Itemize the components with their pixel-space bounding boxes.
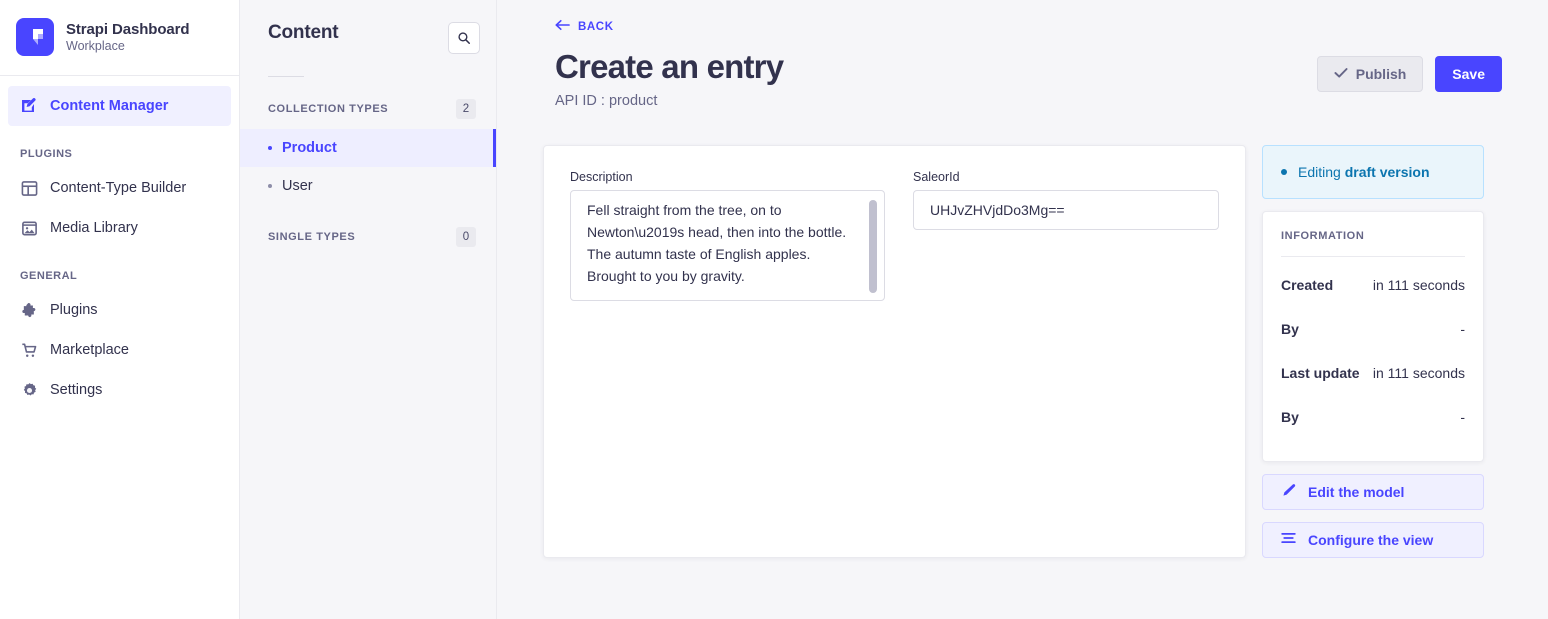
sidebar-primary-nav: Content Manager [0,76,239,126]
information-card: INFORMATION Created in 111 seconds By - … [1262,210,1484,462]
sidebar-plugins-list: Content-Type Builder Media Library [0,168,239,248]
information-key: By [1281,408,1299,425]
bullet-icon [268,184,272,188]
page-subtitle: API ID : product [555,92,658,109]
description-input[interactable]: Fell straight from the tree, on to Newto… [570,189,885,301]
brand-header[interactable]: Strapi Dashboard Workplace [0,0,239,76]
status-dot-icon [1281,168,1287,175]
saleor-id-input[interactable]: UHJvZHVjdDo3Mg== [913,189,1219,230]
sidebar-item-label: Media Library [50,220,138,236]
status-badge-text: Editing draft version [1298,164,1430,180]
sidebar-item-label: Marketplace [50,342,129,358]
editor-body: Description Fell straight from the tree,… [497,109,1548,558]
form-fields: Description Fell straight from the tree,… [570,170,1219,301]
sidebar-item-plugins[interactable]: Plugins [8,290,231,330]
content-type-label: User [282,178,313,194]
status-strong: draft version [1344,163,1430,180]
description-value: Fell straight from the tree, on to Newto… [587,201,850,284]
layout-grid-icon [20,179,38,197]
sidebar-section-general: GENERAL [20,270,78,282]
check-icon [1334,66,1348,82]
sidebar-general-list: Plugins Marketplace Settings [0,290,239,410]
content-type-label: Product [282,140,337,156]
app-root: Strapi Dashboard Workplace Content Manag… [0,0,1548,619]
strapi-logo-icon [16,17,54,56]
information-row: By - [1281,395,1465,439]
information-key: By [1281,320,1299,337]
information-row: Last update in 111 seconds [1281,351,1465,395]
information-title: INFORMATION [1281,229,1365,242]
field-saleor-id: SaleorId UHJvZHVjdDo3Mg== [913,170,1219,301]
sidebar-item-label: Content Manager [50,98,169,114]
collection-types-count: 2 [456,99,476,119]
brand-title: Strapi Dashboard [66,20,190,38]
sidebar-item-label: Plugins [50,302,98,318]
information-value: - [1460,320,1465,337]
sidebar-item-label: Content-Type Builder [50,180,187,196]
header-actions: Publish Save [1316,50,1502,92]
brand-subtitle: Workplace [66,38,125,53]
content-panel-title: Content [268,22,339,43]
single-types-count: 0 [456,227,476,247]
information-value: in 111 seconds [1372,364,1465,381]
puzzle-piece-icon [20,301,38,319]
title-row: Create an entry API ID : product Publish… [555,48,1502,109]
gear-icon [20,381,38,399]
single-types-header: SINGLE TYPES 0 [240,205,496,257]
page-title: Create an entry [555,48,784,85]
sidebar-item-media-library[interactable]: Media Library [8,208,231,248]
content-types-panel: Content COLLECTION TYPES 2 Product User … [240,0,497,619]
title-block: Create an entry API ID : product [555,48,784,109]
search-icon[interactable] [448,22,480,54]
main-sidebar: Strapi Dashboard Workplace Content Manag… [0,0,240,619]
single-types-label: SINGLE TYPES [268,231,356,243]
publish-button[interactable]: Publish [1316,56,1424,92]
image-icon [20,219,38,237]
status-prefix: Editing [1298,163,1345,180]
sliders-icon [1281,531,1296,548]
information-value: - [1460,408,1465,425]
configure-the-view-button[interactable]: Configure the view [1262,521,1484,558]
sidebar-item-marketplace[interactable]: Marketplace [8,330,231,370]
bullet-icon [268,146,272,150]
sidebar-item-content-type-builder[interactable]: Content-Type Builder [8,168,231,208]
collection-types-label: COLLECTION TYPES [268,103,389,115]
description-label: Description [570,169,633,184]
edit-the-model-button[interactable]: Edit the model [1262,473,1484,510]
sidebar-item-content-manager[interactable]: Content Manager [8,86,231,126]
content-panel-header: Content [240,0,496,54]
shopping-cart-icon [20,341,38,359]
pencil-icon [1281,483,1296,501]
sidebar-item-settings[interactable]: Settings [8,370,231,410]
information-row: By - [1281,307,1465,351]
information-key: Created [1281,276,1334,293]
main-content: BACK Create an entry API ID : product Pu… [497,0,1548,619]
saleor-id-label: SaleorId [913,169,960,184]
description-scrollbar[interactable] [869,199,877,293]
edit-the-model-label: Edit the model [1308,483,1405,500]
main-header: BACK Create an entry API ID : product Pu… [497,0,1548,109]
save-button[interactable]: Save [1435,56,1502,92]
back-link[interactable]: BACK [555,19,614,34]
entry-form-card: Description Fell straight from the tree,… [543,144,1246,558]
save-label: Save [1452,66,1485,82]
back-label: BACK [578,20,614,33]
publish-label: Publish [1355,66,1407,82]
content-type-item-product[interactable]: Product [240,129,496,167]
arrow-left-icon [555,19,570,34]
information-value: in 111 seconds [1372,276,1465,293]
collection-types-header: COLLECTION TYPES 2 [240,77,496,129]
configure-the-view-label: Configure the view [1308,531,1434,548]
status-badge: Editing draft version [1262,144,1484,199]
sidebar-section-plugins: PLUGINS [20,148,73,160]
sidebar-item-label: Settings [50,382,103,398]
information-row: Created in 111 seconds [1281,263,1465,307]
entry-side-panel: Editing draft version INFORMATION Create… [1262,144,1484,558]
information-divider [1281,255,1465,257]
information-key: Last update [1281,364,1360,381]
field-description: Description Fell straight from the tree,… [570,170,885,301]
pencil-square-icon [20,97,38,115]
saleor-id-value: UHJvZHVjdDo3Mg== [930,201,1065,218]
content-type-item-user[interactable]: User [240,167,496,205]
